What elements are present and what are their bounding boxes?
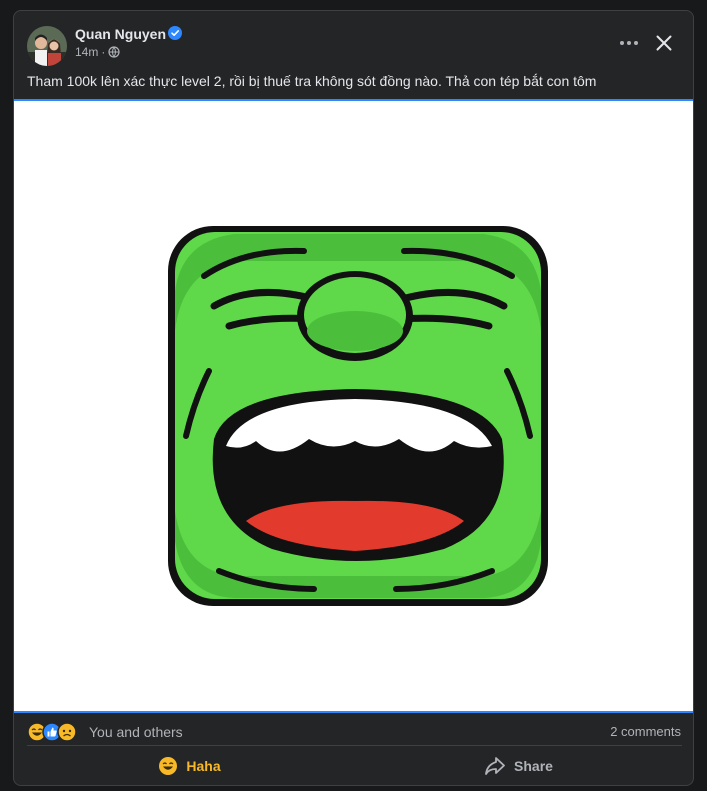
- reactions-summary: You and others 2 comments: [14, 715, 693, 745]
- meta-separator: ·: [101, 45, 106, 59]
- close-icon: [656, 35, 672, 51]
- globe-icon: [108, 46, 120, 58]
- laughing-green-block-icon: [168, 226, 548, 606]
- comments-count[interactable]: 2 comments: [610, 724, 681, 739]
- reactors-text[interactable]: You and others: [89, 724, 183, 740]
- sad-icon: [57, 722, 77, 742]
- share-label: Share: [514, 758, 553, 774]
- haha-label: Haha: [186, 758, 221, 774]
- post-actions: Haha Share: [14, 746, 693, 785]
- haha-icon: [159, 757, 178, 775]
- author-avatar[interactable]: [27, 26, 67, 66]
- share-arrow-icon: [485, 757, 505, 775]
- share-button[interactable]: Share: [356, 750, 681, 782]
- post-image[interactable]: [14, 99, 693, 713]
- verified-badge-icon: [168, 26, 182, 40]
- close-button[interactable]: [650, 29, 678, 57]
- reaction-icons[interactable]: [27, 722, 87, 742]
- haha-button[interactable]: Haha: [27, 750, 352, 782]
- author-name[interactable]: Quan Nguyen: [75, 26, 166, 42]
- more-options-button[interactable]: [614, 33, 644, 53]
- post-header: Quan Nguyen 14m ·: [14, 11, 693, 71]
- post-caption: Tham 100k lên xác thực level 2, rồi bị t…: [27, 73, 597, 89]
- post-time[interactable]: 14m: [75, 45, 98, 59]
- post-meta: 14m ·: [75, 45, 120, 59]
- post-card: Quan Nguyen 14m · Tham 100k lên xác thực…: [13, 10, 694, 786]
- more-dots-icon: [620, 41, 638, 45]
